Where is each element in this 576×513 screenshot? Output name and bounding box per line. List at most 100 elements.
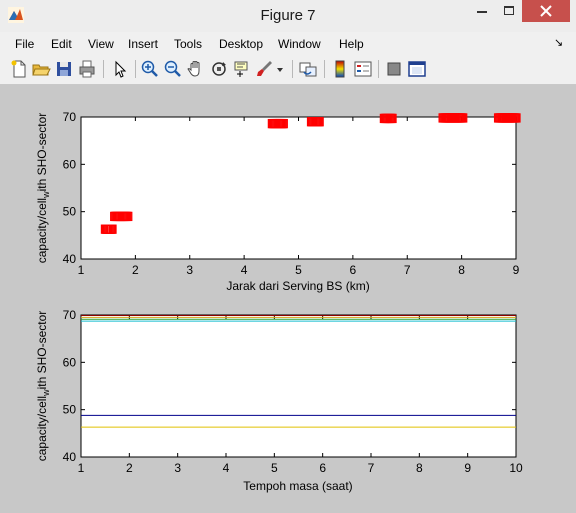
axes2-xtick-label: 6: [319, 461, 326, 475]
axes1-data-point: [120, 211, 131, 222]
menu-tools[interactable]: Tools: [174, 37, 202, 51]
axes1-data-point: [499, 113, 509, 123]
axes1-data-point: [113, 211, 123, 222]
toolbar-separator: [324, 60, 325, 78]
toolbar-separator: [292, 60, 293, 78]
open-file-icon[interactable]: [31, 59, 51, 79]
axes1-data-point: [438, 113, 448, 123]
axes1-ytick-label: 50: [63, 205, 77, 219]
axes1-data-point: [504, 113, 515, 123]
close-button[interactable]: [522, 0, 570, 22]
axes1-data-point: [440, 113, 450, 123]
axes1-data-point: [313, 117, 323, 127]
axes1-xtick-label: 8: [458, 263, 465, 277]
axes1-xtick-label: 5: [295, 263, 302, 277]
axes1-data-point: [274, 118, 284, 129]
axes1-data-point: [439, 113, 449, 123]
axes1-data-point: [117, 211, 127, 222]
axes1-data-point: [450, 113, 460, 123]
axes1-data-point: [102, 224, 113, 234]
axes1-xtick-label: 4: [241, 263, 248, 277]
toolbar-separator: [378, 60, 379, 78]
print-icon[interactable]: [77, 59, 97, 79]
link-plot-icon[interactable]: [298, 59, 318, 79]
axes1-data-point: [510, 113, 520, 123]
menu-help[interactable]: Help: [339, 37, 364, 51]
show-plot-tools-icon[interactable]: [407, 59, 427, 79]
axes2-xtick-label: 8: [416, 461, 423, 475]
axes1-data-point: [273, 118, 283, 129]
save-icon[interactable]: [54, 59, 74, 79]
axes1-ytick-label: 70: [63, 110, 77, 124]
legend-icon[interactable]: [353, 59, 373, 79]
menu-file[interactable]: File: [15, 37, 34, 51]
pan-hand-icon[interactable]: [186, 59, 206, 79]
axes1-data-point: [443, 113, 454, 123]
axes1-xtick-label: 3: [186, 263, 193, 277]
zoom-out-icon[interactable]: [163, 59, 183, 79]
axes1-data-point: [386, 113, 396, 124]
axes1-data-point: [111, 211, 121, 222]
axes1-data-point: [107, 224, 117, 234]
axes-time-plot-area[interactable]: [80, 314, 517, 458]
brush-dropdown-icon[interactable]: [274, 59, 286, 79]
axes2-xtick-label: 7: [368, 461, 375, 475]
menu-edit[interactable]: Edit: [51, 37, 72, 51]
menu-desktop[interactable]: Desktop: [219, 37, 263, 51]
axes1-data-point: [276, 118, 286, 129]
axes2-xlabel: Tempoh masa (saat): [243, 479, 353, 493]
axes1-data-point: [314, 117, 324, 127]
colorbar-icon[interactable]: [330, 59, 350, 79]
axes1-data-point: [122, 211, 132, 222]
axes1-data-point: [106, 224, 116, 234]
brush-icon[interactable]: [255, 59, 275, 79]
axes-distance-plot-area[interactable]: [80, 116, 517, 260]
title-bar: Figure 7: [0, 0, 576, 33]
axes1-data-point: [511, 113, 521, 123]
axes1-data-point: [451, 113, 461, 123]
axes1-data-point: [104, 224, 114, 234]
dock-arrow-icon[interactable]: ↘: [554, 36, 563, 49]
toolbar-separator: [135, 60, 136, 78]
axes1-data-point: [456, 113, 467, 123]
rotate-3d-icon[interactable]: [209, 59, 229, 79]
axes1-data-point: [100, 224, 111, 234]
axes2-xtick-label: 3: [174, 461, 181, 475]
axes1-data-point: [101, 224, 112, 234]
hide-plot-tools-icon[interactable]: [384, 59, 404, 79]
axes2-ytick-label: 40: [63, 450, 77, 464]
data-cursor-icon[interactable]: [232, 59, 252, 79]
axes1-data-point: [493, 113, 504, 123]
axes2-ylabel: capacity/cellwith SHO-sector: [34, 310, 52, 462]
axes1-data-point: [383, 113, 393, 124]
axes2-xtick-label: 4: [223, 461, 230, 475]
axes1-ytick-label: 40: [63, 252, 77, 266]
axes1-xlabel: Jarak dari Serving BS (km): [226, 279, 370, 293]
axes1-data-point: [447, 113, 457, 123]
axes1-data-point: [458, 113, 468, 123]
axes1-ylabel: capacity/cellwith SHO-sector: [34, 112, 52, 264]
axes1-data-point: [272, 118, 282, 129]
axes2-ytick-label: 50: [63, 403, 77, 417]
axes2-xtick-label: 5: [271, 461, 278, 475]
menu-insert[interactable]: Insert: [128, 37, 158, 51]
toolbar-separator: [103, 60, 104, 78]
axes1-data-point: [278, 118, 288, 129]
zoom-in-icon[interactable]: [140, 59, 160, 79]
edit-plot-arrow-icon[interactable]: [110, 59, 130, 79]
axes1-data-point: [115, 211, 125, 222]
menu-window[interactable]: Window: [278, 37, 321, 51]
axes1-data-point: [384, 113, 394, 124]
axes1-data-point: [271, 118, 281, 129]
axes1-data-point: [503, 113, 514, 123]
menu-view[interactable]: View: [88, 37, 114, 51]
axes1-data-point: [454, 113, 465, 123]
maximize-button[interactable]: [496, 0, 522, 22]
axes1-data-point: [380, 113, 391, 124]
axes2-xtick-label: 10: [509, 461, 523, 475]
new-figure-icon[interactable]: [9, 59, 29, 79]
axes1-data-point: [505, 113, 516, 123]
axes1-data-point: [452, 113, 462, 123]
minimize-button[interactable]: [468, 0, 496, 22]
axes1-data-point: [310, 117, 320, 127]
